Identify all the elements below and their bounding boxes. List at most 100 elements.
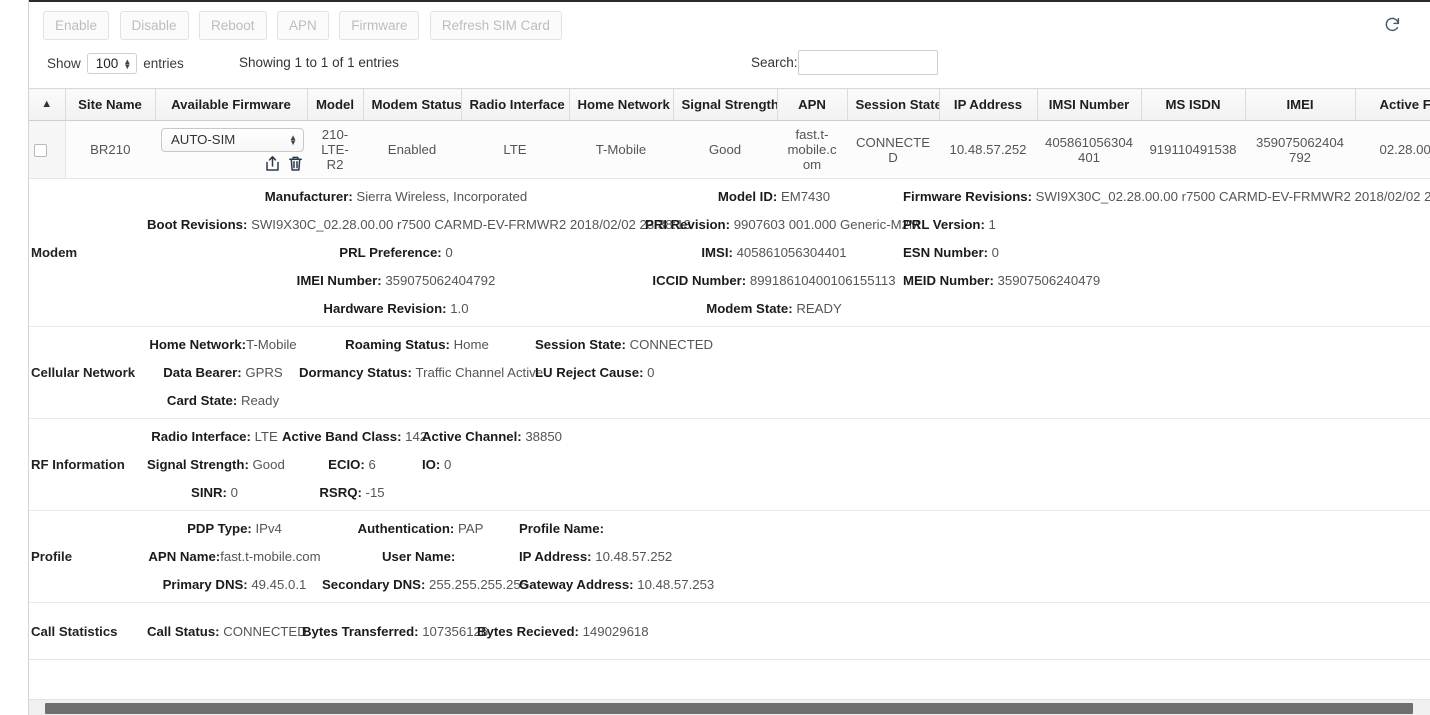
- field-profile-name: Profile Name:: [519, 521, 608, 536]
- col-header-modem-status[interactable]: Modem Status: [363, 88, 462, 121]
- cell-ms-isdn: 919110491538: [1141, 120, 1245, 179]
- col-header-session-state[interactable]: Session State: [847, 88, 940, 121]
- reboot-button[interactable]: Reboot: [198, 11, 267, 40]
- field-value: Ready: [240, 393, 280, 408]
- field-card-state: Card State: Ready: [147, 393, 299, 408]
- detail-line: Data Bearer: GPRS Dormancy Status: Traff…: [147, 365, 1430, 380]
- field-label: SINR:: [191, 485, 227, 500]
- field-active-band-class: Active Band Class: 142: [282, 429, 427, 444]
- detail-line: Signal Strength: Good ECIO: 6 IO: 0: [147, 457, 1430, 472]
- field-label: Home Network:: [149, 337, 247, 352]
- cell-modem-status: Enabled: [363, 120, 461, 179]
- search-control: Search:: [751, 50, 938, 75]
- field-label: IMSI:: [701, 245, 733, 260]
- detail-row: Modem Manufacturer: Sierra Wireless, Inc…: [29, 178, 1430, 660]
- detail-line: PDP Type: IPv4 Authentication: PAP Profi…: [147, 521, 1430, 536]
- field-pdp-type: PDP Type: IPv4: [147, 521, 322, 536]
- available-firmware-select[interactable]: AUTO-SIM ▲ ▼: [161, 127, 304, 152]
- field-hardware-revision: Hardware Revision: 1.0: [147, 301, 645, 316]
- field-model-id: Model ID: EM7430: [645, 189, 903, 204]
- col-header-apn[interactable]: APN: [777, 88, 848, 121]
- col-header-available-firmware[interactable]: Available Firmware: [155, 88, 308, 121]
- field-value: 49.45.0.1: [251, 577, 307, 592]
- action-toolbar: Enable Disable Reboot APN Firmware Refre…: [29, 2, 1430, 48]
- field-value: 1: [988, 217, 996, 232]
- share-export-icon[interactable]: [264, 155, 281, 172]
- search-input[interactable]: [797, 50, 938, 75]
- field-value: 0: [991, 245, 1000, 260]
- field-value: fast.t-mobile.com: [220, 549, 321, 564]
- field-primary-dns: Primary DNS: 49.45.0.1: [147, 577, 322, 592]
- field-value: T-Mobile: [246, 337, 297, 352]
- enable-button[interactable]: Enable: [43, 11, 110, 40]
- col-header-imei[interactable]: IMEI: [1245, 88, 1356, 121]
- modem-status-table: ▲ Site Name Available Firmware Model Mod…: [29, 88, 1430, 660]
- field-value: 359075062404792: [385, 273, 496, 288]
- table-info: Showing 1 to 1 of 1 entries: [239, 55, 399, 70]
- field-bytes-received: Bytes Recieved: 149029618: [477, 624, 649, 639]
- field-label: Session State:: [535, 337, 626, 352]
- sort-toggle-header[interactable]: ▲: [29, 88, 66, 121]
- field-firmware-revisions: Firmware Revisions: SWI9X30C_02.28.00.00…: [903, 189, 1430, 204]
- field-prl-preference: PRL Preference: 0: [147, 245, 645, 260]
- table-row[interactable]: BR210 AUTO-SIM ▲ ▼ 210-LTE-R2 Enabled LT…: [29, 120, 1430, 179]
- table-scroll-region: ▲ Site Name Available Firmware Model Mod…: [29, 88, 1430, 689]
- section-title-call-statistics: Call Statistics: [31, 623, 118, 639]
- page-length-select[interactable]: 100 ▲ ▼: [86, 53, 138, 74]
- field-label: Signal Strength:: [147, 457, 249, 472]
- horizontal-scrollbar-thumb[interactable]: [45, 703, 1413, 714]
- field-roaming-status: Roaming Status: Home: [299, 337, 535, 352]
- cell-model: 210-LTE-R2: [307, 120, 363, 179]
- field-call-status: Call Status: CONNECTED: [147, 624, 307, 639]
- table-header: ▲ Site Name Available Firmware Model Mod…: [29, 88, 1430, 121]
- field-value: READY: [796, 301, 842, 316]
- col-header-ip-address[interactable]: IP Address: [939, 88, 1038, 121]
- field-active-channel: Active Channel: 38850: [422, 429, 562, 444]
- detail-line: Call Status: CONNECTED Bytes Transferred…: [147, 624, 1430, 639]
- col-header-signal-strength[interactable]: Signal Strength: [673, 88, 778, 121]
- detail-line: Primary DNS: 49.45.0.1 Secondary DNS: 25…: [147, 577, 1430, 592]
- field-label: Bytes Transferred:: [302, 623, 419, 639]
- field-secondary-dns: Secondary DNS: 255.255.255.255: [322, 577, 528, 592]
- field-value: SWI9X30C_02.28.00.00 r7500 CARMD-EV-FRMW…: [1035, 189, 1430, 204]
- col-header-ms-isdn[interactable]: MS ISDN: [1141, 88, 1246, 121]
- field-label: PRL Preference:: [339, 245, 442, 260]
- field-prl-version: PRL Version: 1: [903, 217, 996, 232]
- field-value: CONNECTED: [629, 337, 714, 352]
- field-value: GPRS: [245, 365, 283, 380]
- apn-button[interactable]: APN: [276, 11, 329, 40]
- section-cellular-network: Cellular Network Home Network:T-Mobile R…: [29, 327, 1430, 419]
- horizontal-scrollbar[interactable]: [29, 699, 1430, 715]
- field-session-state: Session State: CONNECTED: [535, 337, 713, 352]
- detail-line: Home Network:T-Mobile Roaming Status: Ho…: [147, 337, 1430, 352]
- field-label: RSRQ:: [319, 485, 362, 500]
- refresh-sim-card-button[interactable]: Refresh SIM Card: [429, 11, 562, 40]
- field-label: IO:: [422, 457, 441, 472]
- col-header-site-name[interactable]: Site Name: [65, 88, 156, 121]
- col-header-model[interactable]: Model: [307, 88, 364, 121]
- section-body-cellular-network: Home Network:T-Mobile Roaming Status: Ho…: [147, 337, 1430, 408]
- col-header-imsi-number[interactable]: IMSI Number: [1037, 88, 1142, 121]
- col-header-home-network[interactable]: Home Network: [569, 88, 674, 121]
- disable-button[interactable]: Disable: [119, 11, 189, 40]
- trash-icon[interactable]: [287, 155, 304, 172]
- row-checkbox[interactable]: [34, 144, 48, 157]
- col-header-active-firmware[interactable]: Active Fi: [1355, 88, 1430, 121]
- firmware-button[interactable]: Firmware: [339, 11, 420, 40]
- refresh-icon[interactable]: [1382, 14, 1404, 36]
- cell-apn: fast.t-mobile.com: [777, 120, 847, 179]
- cell-ip-address: 10.48.57.252: [939, 120, 1037, 179]
- search-label: Search:: [751, 55, 798, 70]
- cell-session-state: CONNECTED: [847, 120, 939, 179]
- field-label: Active Band Class:: [282, 429, 402, 444]
- table-header-row: ▲ Site Name Available Firmware Model Mod…: [29, 88, 1430, 121]
- cell-imsi-number: 405861056304401: [1037, 120, 1141, 179]
- col-header-radio-interface[interactable]: Radio Interface: [461, 88, 570, 121]
- section-profile: Profile PDP Type: IPv4 Authentication: P…: [29, 511, 1430, 603]
- field-lu-reject-cause: LU Reject Cause: 0: [535, 365, 654, 380]
- field-label: ICCID Number:: [652, 273, 747, 288]
- field-radio-interface: Radio Interface: LTE: [147, 429, 282, 444]
- section-body-modem: Manufacturer: Sierra Wireless, Incorpora…: [147, 189, 1430, 316]
- detail-line: Boot Revisions: SWI9X30C_02.28.00.00 r75…: [147, 217, 1430, 232]
- section-title-cellular-network: Cellular Network: [31, 365, 136, 380]
